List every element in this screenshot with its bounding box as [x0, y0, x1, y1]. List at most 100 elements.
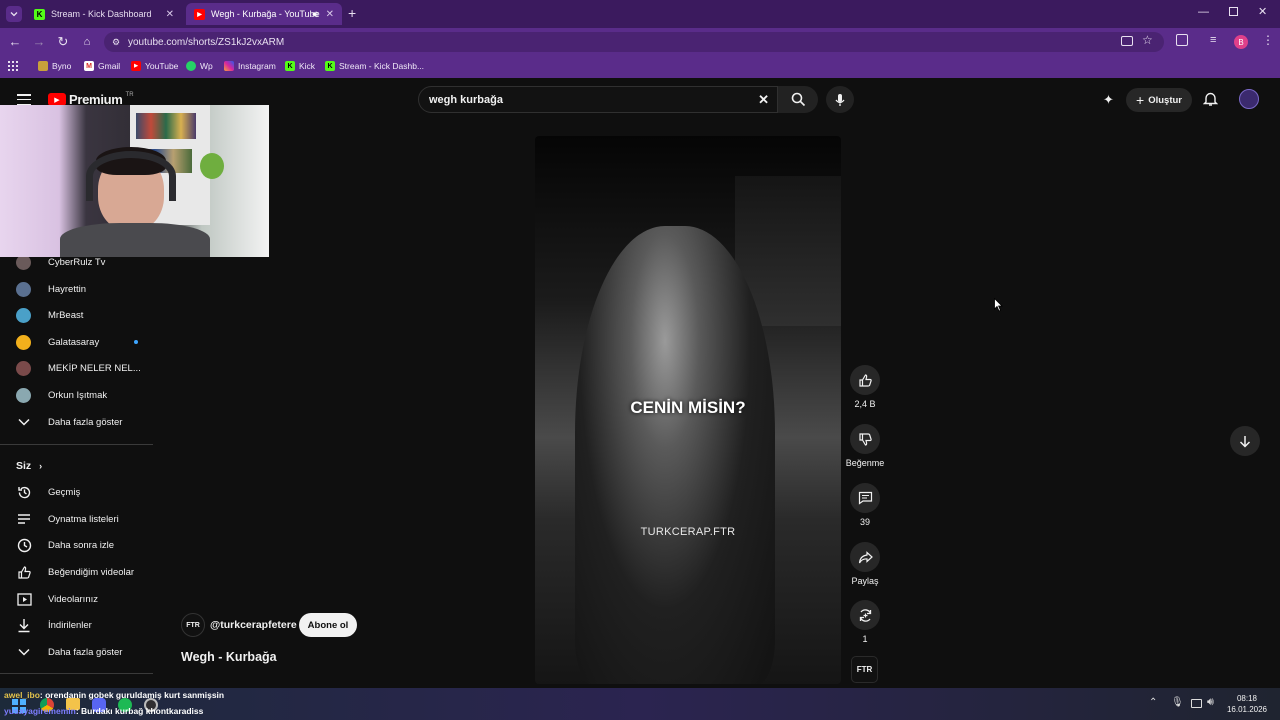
comments-action[interactable]: 39 [848, 483, 882, 527]
dislike-action[interactable]: Beğenme [845, 424, 885, 468]
channel-avatar [16, 360, 31, 376]
notifications-bell-icon[interactable] [1203, 91, 1218, 107]
clock[interactable]: 08:18 16.01.2026 [1222, 693, 1272, 715]
sidebar-item-label: Geçmiş [48, 486, 81, 498]
dislike-label: Beğenme [845, 458, 885, 468]
sidebar-sub-mrbeast[interactable]: MrBeast [16, 305, 83, 325]
tab-youtube[interactable]: ▶ Wegh - Kurbağa - YouTube 🔊︎ ✕ [186, 3, 342, 25]
channel-avatar [16, 334, 31, 350]
sidebar-item-liked[interactable]: Beğendiğim videolar [16, 562, 134, 582]
channel-name: MrBeast [48, 309, 84, 321]
subscribe-button[interactable]: Abone ol [299, 613, 357, 637]
minimize-button[interactable]: — [1198, 6, 1209, 18]
bookmark-youtube[interactable]: ▶ YouTube [131, 61, 178, 71]
site-info-icon[interactable]: ⚙ [112, 37, 120, 48]
youtube-icon: ▶ [194, 8, 205, 20]
sidebar-you-header[interactable]: Siz › [16, 456, 42, 476]
back-icon[interactable]: ← [8, 35, 22, 49]
channel-name: Hayrettin [48, 283, 87, 295]
apps-grid-icon[interactable] [8, 61, 18, 71]
remix-action[interactable]: 1 [848, 600, 882, 644]
hamburger-menu-icon[interactable] [17, 94, 31, 105]
gemini-sparkle-icon[interactable]: ✦ [1103, 92, 1114, 108]
sidebar-divider [0, 673, 153, 674]
sidebar-item-history[interactable]: Geçmiş [16, 482, 80, 502]
tray-volume-icon[interactable]: 🔊︎ [1207, 696, 1214, 709]
install-app-icon[interactable] [1121, 36, 1133, 46]
tab-kick-dashboard[interactable]: K Stream - Kick Dashboard ✕ [26, 3, 182, 25]
gmail-icon: M [84, 61, 94, 71]
close-tab-icon[interactable]: ✕ [326, 9, 334, 20]
sidebar-item-downloads[interactable]: İndirilenler [16, 615, 92, 635]
remix-count: 1 [862, 634, 868, 644]
bookmark-byno[interactable]: Byno [38, 61, 71, 71]
search-input[interactable]: wegh kurbağa ✕ [418, 86, 778, 113]
address-bar[interactable]: ⚙ youtube.com/shorts/ZS1kJ2vxARM [104, 32, 1164, 52]
bookmark-instagram[interactable]: Instagram [224, 61, 276, 71]
dislike-button[interactable] [850, 424, 880, 454]
bookmark-kick[interactable]: K Kick [285, 61, 315, 71]
audio-playing-icon[interactable]: 🔊︎ [312, 9, 318, 20]
share-action[interactable]: Paylaş [848, 542, 882, 586]
menu-kebab-icon[interactable]: ⋮ [1262, 33, 1274, 47]
account-avatar[interactable] [1239, 89, 1259, 109]
bookmark-kick-dashboard[interactable]: K Stream - Kick Dashb... [325, 61, 424, 71]
sidebar-divider [0, 444, 153, 445]
remix-button[interactable] [850, 600, 880, 630]
sidebar-item-watch-later[interactable]: Daha sonra izle [16, 535, 114, 555]
bookmark-gmail[interactable]: M Gmail [84, 61, 120, 71]
tray-mic-icon[interactable]: 🎙︎ [1171, 697, 1184, 708]
sound-thumbnail[interactable]: FTR [851, 656, 878, 683]
tray-overflow-icon[interactable]: ⌃ [1149, 697, 1157, 708]
bookmark-wp[interactable]: Wp [186, 61, 213, 71]
home-icon[interactable]: ⌂ [80, 35, 94, 49]
like-action[interactable]: 2,4 B [848, 365, 882, 409]
extensions-icon[interactable] [1176, 34, 1188, 46]
comments-button[interactable] [850, 483, 880, 513]
sidebar-item-your-videos[interactable]: Videolarınız [16, 589, 98, 609]
comment-icon [858, 491, 872, 505]
clock-date: 16.01.2026 [1226, 705, 1268, 714]
next-short-button[interactable] [1230, 426, 1260, 456]
instagram-icon [224, 61, 234, 71]
sidebar-item-label: Beğendiğim videolar [48, 566, 135, 578]
short-video-player[interactable]: CENİN MİSİN? TURKCERAP.FTR [535, 136, 841, 684]
channel-handle[interactable]: @turkcerapfetere [210, 619, 297, 631]
sidebar-sub-orkun[interactable]: Orkun Işıtmak [16, 385, 107, 405]
voice-search-button[interactable] [826, 86, 854, 113]
sidebar-item-label: İndirilenler [48, 619, 92, 631]
kick-icon: K [325, 61, 335, 71]
tray-network-icon[interactable] [1191, 699, 1202, 708]
tab-search-button[interactable] [6, 6, 22, 22]
forward-icon[interactable]: → [32, 35, 46, 49]
profile-avatar[interactable]: B [1234, 35, 1248, 49]
bookmarks-bar: Byno M Gmail ▶ YouTube Wp Instagram K Kick … [0, 56, 1280, 78]
sidebar-show-more-you[interactable]: Daha fazla göster [16, 642, 122, 662]
new-tab-button[interactable]: + [348, 5, 356, 21]
bookmark-star-icon[interactable]: ☆ [1142, 33, 1153, 47]
sidebar-sub-galatasaray[interactable]: Galatasaray [16, 332, 138, 352]
close-window-button[interactable]: ✕ [1258, 5, 1267, 18]
channel-avatar[interactable]: FTR [181, 613, 205, 637]
chat-message: yusayagirememin: Burdakı kurbağ khontkar… [4, 706, 203, 716]
search-button[interactable] [778, 86, 818, 113]
share-button[interactable] [850, 542, 880, 572]
restore-button[interactable] [1229, 7, 1238, 16]
sound-badge-text: FTR [856, 665, 873, 674]
playlist-icon [16, 511, 32, 527]
reload-icon[interactable]: ↻ [56, 35, 70, 49]
channel-name: CyberRulz Tv [48, 256, 106, 268]
clock-time: 08:18 [1236, 694, 1258, 703]
thumbs-down-icon [858, 432, 872, 446]
bookmark-label: Kick [299, 61, 316, 71]
sidebar-sub-hayrettin[interactable]: Hayrettin [16, 279, 86, 299]
like-button[interactable] [850, 365, 880, 395]
clear-search-icon[interactable]: ✕ [758, 92, 769, 108]
sidebar-item-playlists[interactable]: Oynatma listeleri [16, 509, 119, 529]
media-control-icon[interactable]: ≡ [1210, 34, 1216, 46]
create-button[interactable]: + Oluştur [1126, 88, 1192, 112]
sidebar-sub-mekip[interactable]: MEKİP NELER NEL... [16, 358, 141, 378]
kick-icon: K [285, 61, 295, 71]
close-tab-icon[interactable]: ✕ [166, 9, 174, 20]
sidebar-show-more-subs[interactable]: Daha fazla göster [16, 412, 122, 432]
